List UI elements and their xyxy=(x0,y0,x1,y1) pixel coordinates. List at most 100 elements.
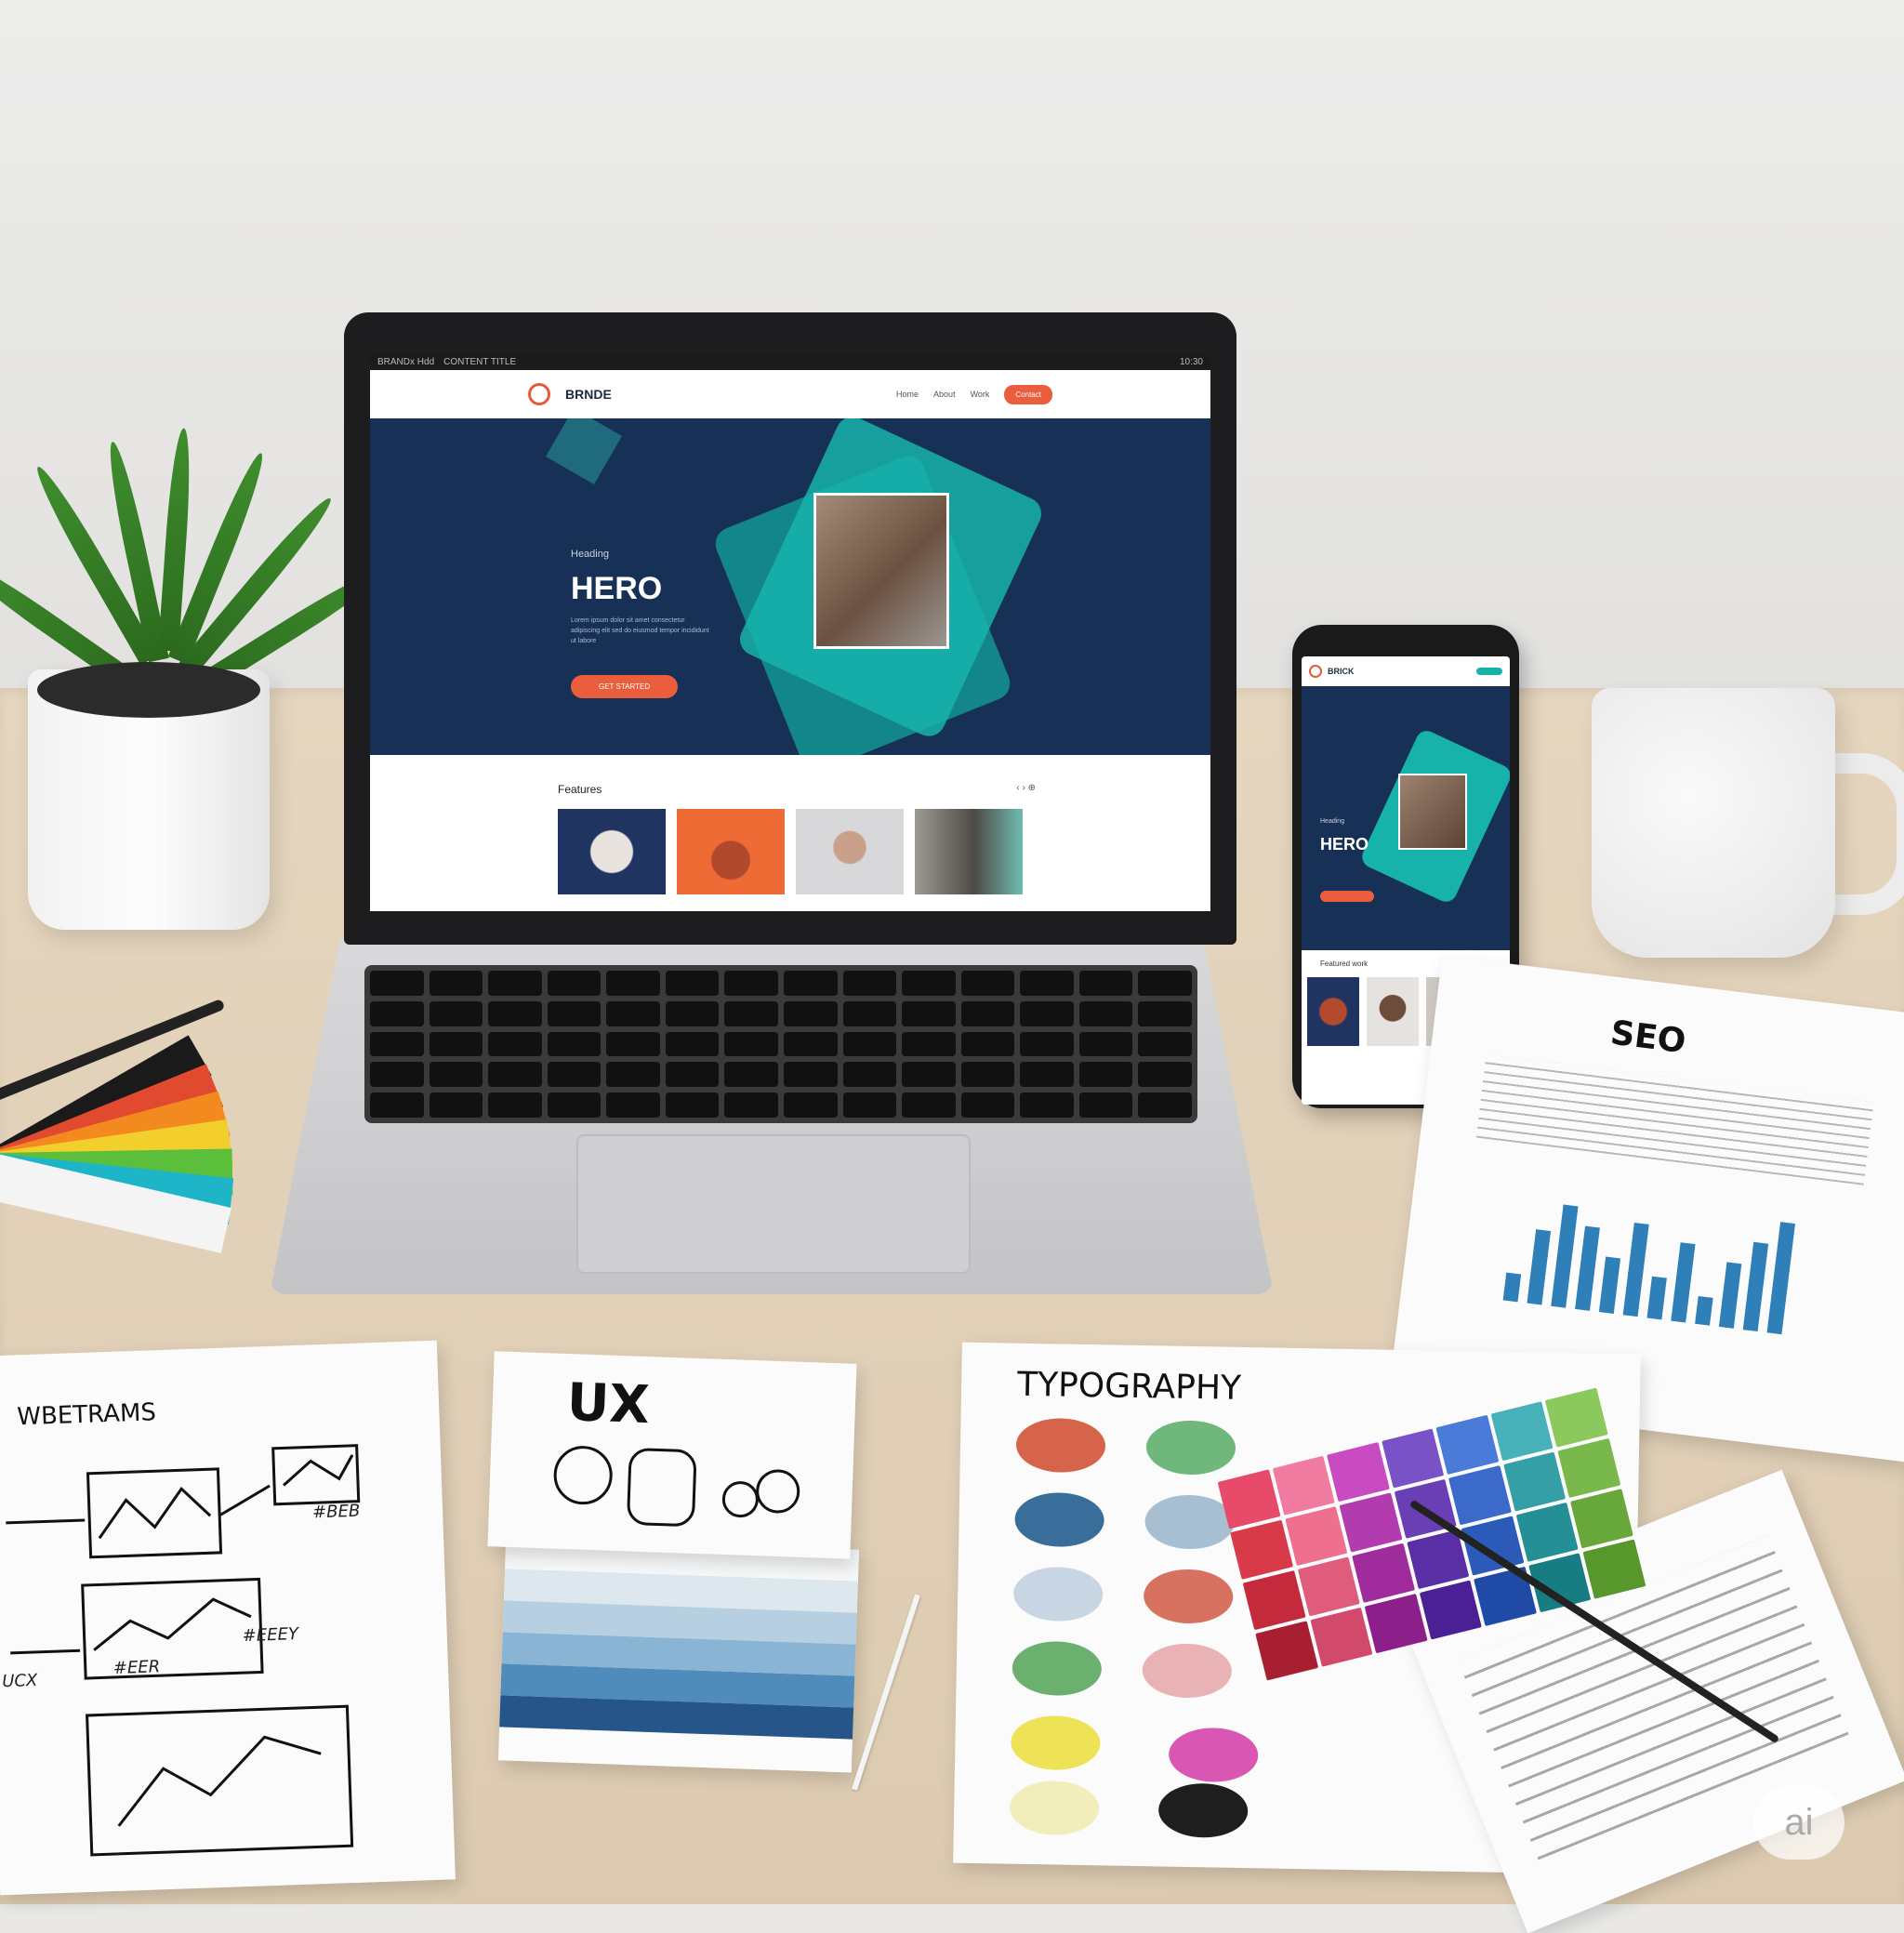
keyboard-key xyxy=(902,971,956,996)
blue-swatch-card xyxy=(497,1537,860,1773)
keyboard-key xyxy=(606,1092,660,1118)
phone-brand[interactable]: BRICK xyxy=(1328,667,1355,676)
keyboard-key xyxy=(960,1092,1015,1118)
keyboard-key xyxy=(665,971,720,996)
site-navbar: BRNDE Home About Work Contact xyxy=(370,370,1210,418)
color-chip xyxy=(1515,1502,1580,1562)
keyboard-key xyxy=(606,1000,660,1026)
keyboard-key xyxy=(784,971,838,996)
feature-thumb-2[interactable] xyxy=(677,809,785,894)
keyboard-key xyxy=(784,1031,838,1057)
logo-icon[interactable] xyxy=(528,383,550,405)
hero-title: HERO xyxy=(571,571,663,606)
keyboard-key xyxy=(606,1062,660,1088)
keyboard-key xyxy=(842,971,897,996)
laptop-screen: BRANDx Hdd CONTENT TITLE 10:30 BRNDE Hom… xyxy=(370,353,1210,911)
keyboard-key xyxy=(842,1000,897,1026)
keyboard-key xyxy=(1078,971,1133,996)
keyboard-key xyxy=(547,1031,602,1057)
keyboard-key xyxy=(842,1031,897,1057)
wireframe-note-4: #EEEY xyxy=(242,1624,299,1647)
seo-text-lines xyxy=(1475,1054,1874,1185)
phone-hero-button[interactable] xyxy=(1320,891,1374,902)
feature-thumb-3[interactable] xyxy=(796,809,904,894)
keyboard-key xyxy=(429,1031,483,1057)
status-text-1: BRANDx Hdd xyxy=(377,356,435,367)
nav-link-home[interactable]: Home xyxy=(896,390,919,399)
keyboard-key xyxy=(488,1031,542,1057)
color-swatch-fan xyxy=(0,1035,251,1274)
keyboard-key xyxy=(547,1000,602,1026)
keyboard-key xyxy=(665,1062,720,1088)
color-chip xyxy=(1230,1519,1293,1580)
hero-body-text: Lorem ipsum dolor sit amet consectetur a… xyxy=(571,617,709,644)
phone-hero-portrait xyxy=(1398,774,1467,850)
site-brand[interactable]: BRNDE xyxy=(565,387,612,402)
keyboard-key xyxy=(370,1062,424,1088)
color-dot xyxy=(1014,1491,1105,1548)
ux-title: UX xyxy=(565,1372,651,1437)
keyboard-key xyxy=(1138,1000,1192,1026)
keyboard-key xyxy=(488,1092,542,1118)
keyboard-key xyxy=(1078,1000,1133,1026)
nav-contact-button[interactable]: Contact xyxy=(1004,384,1052,404)
keyboard-key xyxy=(724,1031,778,1057)
hero-decor-shape xyxy=(546,418,622,484)
color-dot xyxy=(1012,1640,1103,1697)
coffee-mug xyxy=(1592,688,1835,958)
keyboard-key xyxy=(370,1031,424,1057)
color-dot xyxy=(1142,1643,1233,1699)
phone-thumb-1[interactable] xyxy=(1307,977,1359,1046)
keyboard-key xyxy=(1020,1031,1074,1057)
color-chip xyxy=(1339,1492,1403,1553)
keyboard-key xyxy=(784,1062,838,1088)
phone-nav-button[interactable] xyxy=(1476,668,1502,675)
status-text-3: 10:30 xyxy=(1179,356,1203,367)
keyboard-key xyxy=(488,1000,542,1026)
keyboard-key xyxy=(784,1000,838,1026)
features-thumbnails xyxy=(558,809,1210,894)
keyboard-key xyxy=(724,971,778,996)
color-chip xyxy=(1570,1489,1633,1549)
keyboard-key xyxy=(488,971,542,996)
keyboard-key xyxy=(1078,1062,1133,1088)
laptop-keyboard xyxy=(364,965,1197,1123)
features-title: Features xyxy=(558,783,602,796)
keyboard-key xyxy=(1078,1092,1133,1118)
wireframe-note-3: #EER xyxy=(112,1657,161,1678)
feature-thumb-1[interactable] xyxy=(558,809,666,894)
keyboard-key xyxy=(606,1031,660,1057)
phone-logo-icon[interactable] xyxy=(1309,665,1322,678)
keyboard-key xyxy=(488,1062,542,1088)
color-chip xyxy=(1297,1556,1360,1617)
color-dot xyxy=(1143,1569,1234,1624)
color-dot xyxy=(1144,1494,1236,1550)
color-dot xyxy=(1157,1782,1249,1839)
color-chip xyxy=(1557,1437,1621,1498)
features-controls[interactable]: ‹ › ⊕ xyxy=(1016,783,1036,793)
ux-sketch-card: UX xyxy=(487,1351,857,1559)
keyboard-key xyxy=(370,1092,424,1118)
keyboard-key xyxy=(547,1062,602,1088)
hero-cta-button[interactable]: GET STARTED xyxy=(571,675,679,698)
keyboard-key xyxy=(547,1092,602,1118)
keyboard-key xyxy=(1138,1031,1192,1057)
keyboard-key xyxy=(370,971,424,996)
color-dot xyxy=(1168,1727,1259,1783)
wireframe-sketch xyxy=(6,1444,361,1857)
typography-title: TYPOGRAPHY xyxy=(1016,1365,1242,1408)
keyboard-key xyxy=(1020,971,1074,996)
keyboard-key xyxy=(842,1092,897,1118)
phone-thumb-2[interactable] xyxy=(1367,977,1419,1046)
keyboard-key xyxy=(1020,1092,1074,1118)
keyboard-key xyxy=(429,1092,483,1118)
phone-navbar: BRICK xyxy=(1302,656,1510,686)
nav-link-about[interactable]: About xyxy=(933,390,956,399)
keyboard-key xyxy=(1138,971,1192,996)
nav-link-work[interactable]: Work xyxy=(971,390,990,399)
keyboard-key xyxy=(1138,1092,1192,1118)
feature-thumb-4[interactable] xyxy=(915,809,1023,894)
keyboard-key xyxy=(429,971,483,996)
keyboard-key xyxy=(960,971,1015,996)
seo-bar-chart xyxy=(1502,1180,1904,1347)
